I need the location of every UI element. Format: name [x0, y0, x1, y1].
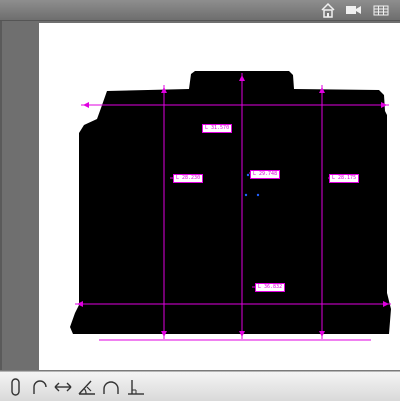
grid-view-icon[interactable]: [372, 2, 390, 18]
distance-tool-icon[interactable]: [53, 378, 73, 396]
angle-tool-icon[interactable]: [77, 378, 97, 396]
arc-tool-icon[interactable]: [30, 378, 50, 396]
measure-label-center[interactable]: L 29.748: [250, 170, 281, 179]
measure-label-right[interactable]: L 28.175: [329, 174, 360, 183]
video-icon[interactable]: [345, 2, 363, 18]
measurement-canvas[interactable]: L 31.570 L 28.230 L 29.748 L 28.175 L 36…: [39, 23, 400, 370]
measurement-overlay: [70, 71, 391, 341]
measure-label-bottom[interactable]: L 36.832: [255, 283, 286, 292]
measure-label-top[interactable]: L 31.570: [202, 124, 233, 133]
measure-label-left[interactable]: L 28.230: [173, 174, 204, 183]
perpendicular-tool-icon[interactable]: [126, 378, 146, 396]
circle-tool-icon[interactable]: [101, 378, 121, 396]
contour-tool-icon[interactable]: [6, 378, 26, 396]
part-silhouette: [70, 71, 391, 334]
tool-palette: [0, 371, 400, 401]
top-toolbar: [0, 0, 400, 21]
image-viewport[interactable]: L 31.570 L 28.230 L 29.748 L 28.175 L 36…: [2, 21, 400, 370]
home-icon[interactable]: [320, 2, 336, 18]
